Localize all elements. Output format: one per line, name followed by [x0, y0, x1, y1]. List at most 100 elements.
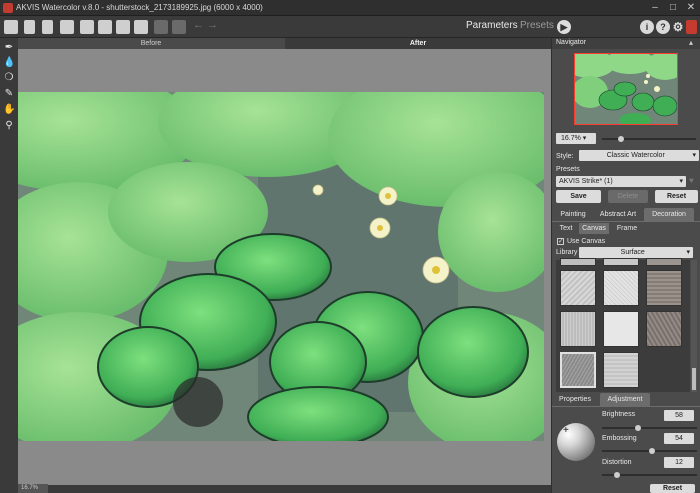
texture-tile[interactable] [603, 311, 639, 347]
tab-before[interactable]: Before [18, 38, 284, 49]
tab-painting[interactable]: Painting [554, 208, 592, 221]
library-value: Surface [620, 249, 645, 256]
texture-scrollbar-thumb[interactable] [692, 368, 696, 390]
status-zoom[interactable]: 16.7% [18, 484, 48, 493]
redo-icon[interactable]: → [207, 19, 218, 31]
window-title: AKVIS Watercolor v.8.0 - shutterstock_21… [16, 3, 263, 12]
light-source-marker-icon[interactable]: + [563, 425, 569, 436]
home-icon[interactable] [4, 20, 18, 34]
texture-tile[interactable] [560, 311, 596, 347]
stamp-icon[interactable]: ❍ [3, 72, 15, 84]
watercolor-lily-pads-image [18, 92, 544, 441]
save-preset-button[interactable]: Save [556, 190, 601, 203]
navigator-zoom-knob[interactable] [618, 136, 624, 142]
delete-preset-button[interactable]: Delete [608, 190, 648, 203]
maximize-button[interactable]: □ [666, 1, 680, 15]
distortion-label: Distortion [602, 459, 632, 466]
texture-tile[interactable] [603, 270, 639, 306]
style-select[interactable]: Classic Watercolor ▾ [579, 150, 699, 161]
navigator-zoom-slider[interactable] [602, 138, 696, 140]
print-icon[interactable] [60, 20, 74, 34]
tab-presets[interactable]: Presets [520, 20, 554, 31]
texture-library [556, 258, 690, 392]
settings-panel: Navigator ▴ 16.7% ▾ Style: Classic Water… [551, 38, 700, 493]
bottom-tabs-divider [552, 406, 700, 407]
brightness-slider[interactable] [602, 427, 697, 429]
open-file-icon[interactable] [24, 20, 35, 34]
distortion-value[interactable]: 12 [664, 457, 694, 468]
tab-parameters[interactable]: Parameters [466, 20, 518, 31]
hand-icon[interactable]: ✋ [3, 104, 15, 116]
gear-icon[interactable]: ⚙ [671, 20, 685, 34]
distortion-knob[interactable] [614, 472, 620, 478]
reset-view-icon[interactable] [172, 20, 186, 34]
reset-preset-button[interactable]: Reset [655, 190, 698, 203]
view-tabs: Before After [18, 38, 551, 49]
close-button[interactable]: ✕ [684, 1, 698, 15]
run-icon[interactable]: ▶ [557, 20, 571, 34]
tab-decoration[interactable]: Decoration [644, 208, 694, 221]
navigator-preview[interactable] [574, 53, 678, 125]
embossing-value[interactable]: 54 [664, 433, 694, 444]
brightness-knob[interactable] [635, 425, 641, 431]
akvis-news-icon[interactable] [686, 20, 697, 34]
apply-icon[interactable] [134, 20, 148, 34]
texture-tile[interactable] [560, 270, 596, 306]
texture-tile[interactable] [603, 352, 639, 388]
library-label: Library [556, 249, 578, 256]
tab-after[interactable]: After [285, 38, 551, 49]
navigator-zoom-value: 16.7% [561, 135, 581, 142]
settings-sliders-icon[interactable] [116, 20, 130, 34]
brush-icon[interactable]: ✒ [3, 42, 15, 54]
title-bar: AKVIS Watercolor v.8.0 - shutterstock_21… [0, 0, 700, 16]
texture-tile[interactable] [646, 270, 682, 306]
tab-abstract-art[interactable]: Abstract Art [594, 208, 642, 221]
minimize-button[interactable]: – [648, 1, 662, 15]
texture-tile[interactable] [646, 311, 682, 347]
share-icon[interactable] [80, 20, 94, 34]
navigator-title: Navigator [556, 39, 586, 46]
tools-panel: ✒ 💧 ❍ ✎ ✋ ⚲ [0, 38, 18, 493]
tabs-divider [552, 221, 700, 222]
navigator-thumbnail [575, 54, 677, 124]
info-icon[interactable]: i [640, 20, 654, 34]
use-canvas-label: Use Canvas [567, 238, 606, 245]
drop-icon[interactable]: 💧 [3, 57, 15, 69]
reset-adjustment-button[interactable]: Reset [650, 484, 695, 493]
favorite-icon[interactable]: ♥ [689, 176, 699, 187]
batch-icon[interactable] [98, 20, 112, 34]
texture-tile-selected[interactable] [560, 352, 596, 388]
app-logo-icon [3, 3, 13, 13]
library-select[interactable]: Surface ▾ [579, 247, 693, 258]
tab-frame[interactable]: Frame [612, 223, 642, 234]
texture-tile[interactable] [560, 258, 596, 266]
tab-text[interactable]: Text [556, 223, 576, 234]
presets-value: AKVIS Strike* (1) [559, 178, 613, 185]
pen-icon[interactable]: ✎ [3, 88, 15, 100]
save-file-icon[interactable] [42, 20, 53, 34]
style-value: Classic Watercolor [606, 152, 665, 159]
undo-icon[interactable]: ← [193, 19, 204, 31]
presets-select[interactable]: AKVIS Strike* (1) ▾ [556, 176, 686, 187]
help-icon[interactable]: ? [656, 20, 670, 34]
light-direction-sphere[interactable]: + [557, 423, 595, 461]
zoom-icon[interactable]: ⚲ [3, 120, 15, 132]
main-toolbar: ← → Parameters Presets ▶ i ? ⚙ [0, 16, 700, 38]
collapse-icon[interactable]: ▴ [689, 38, 693, 47]
tab-adjustment[interactable]: Adjustment [600, 393, 650, 406]
tab-properties[interactable]: Properties [554, 393, 596, 406]
use-canvas-checkbox[interactable]: ✓ [557, 238, 564, 245]
embossing-label: Embossing [602, 435, 637, 442]
tab-canvas[interactable]: Canvas [579, 223, 609, 234]
brightness-value[interactable]: 58 [664, 410, 694, 421]
navigator-zoom-select[interactable]: 16.7% ▾ [556, 133, 596, 144]
status-bar: 16.7% [0, 484, 551, 493]
embossing-knob[interactable] [649, 448, 655, 454]
texture-tile[interactable] [646, 258, 682, 266]
texture-scrollbar[interactable] [691, 260, 697, 392]
texture-tile[interactable] [603, 258, 639, 266]
brightness-label: Brightness [602, 411, 636, 418]
style-label: Style: [556, 153, 574, 160]
result-image[interactable] [18, 92, 544, 441]
compare-icon[interactable] [154, 20, 168, 34]
